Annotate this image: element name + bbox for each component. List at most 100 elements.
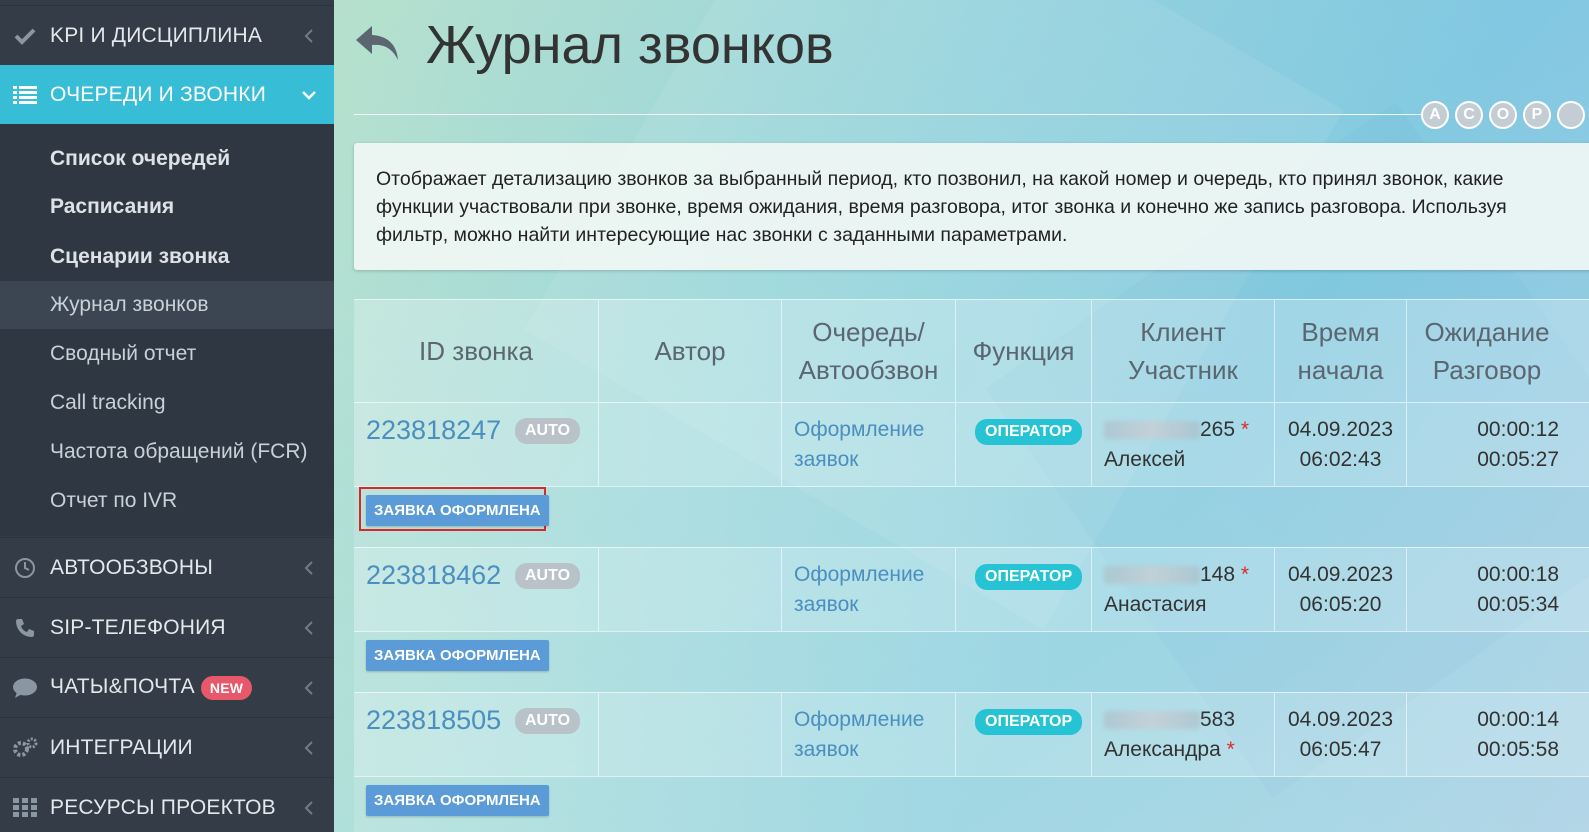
required-star: * — [1240, 563, 1250, 586]
nav-chats-label-wrap: ЧАТЫ&ПОЧТА NEW — [50, 675, 284, 700]
function-badge: ОПЕРАТОР — [975, 709, 1083, 735]
nav-autodial[interactable]: АВТООБЗВОНЫ — [0, 537, 334, 597]
durations: 00:00:14 00:05:58 — [1477, 705, 1559, 765]
table-header: ID звонка Автор Очередь/ Автообзвон Функ… — [354, 299, 1589, 402]
clock-icon — [0, 557, 50, 579]
header-function[interactable]: Функция — [956, 300, 1092, 402]
start-time: 04.09.2023 06:02:43 — [1275, 415, 1406, 475]
phone-suffix: 148 — [1200, 563, 1236, 586]
start-time: 04.09.2023 06:05:20 — [1275, 560, 1406, 620]
submenu-item-fcr[interactable]: Частота обращений (FCR) — [0, 428, 334, 476]
talk-duration: 00:05:58 — [1477, 738, 1559, 761]
auto-badge: AUTO — [515, 563, 581, 589]
nav-sip[interactable]: SIP-ТЕЛЕФОНИЯ — [0, 597, 334, 657]
new-badge: NEW — [200, 675, 253, 700]
status-button[interactable]: ЗАЯВКА ОФОРМЛЕНА — [366, 640, 549, 671]
circle-button-c[interactable]: C — [1455, 101, 1483, 129]
client-name: Александра — [1104, 738, 1221, 761]
header-author[interactable]: Автор — [599, 300, 782, 402]
start-date: 04.09.2023 — [1287, 563, 1394, 586]
nav-queues-label: ОЧЕРЕДИ И ЗВОНКИ — [50, 83, 266, 106]
submenu-queues: Список очередей Расписания Сценарии звон… — [0, 124, 334, 536]
page-title: Журнал звонков — [426, 15, 834, 75]
chevron-down-icon — [284, 90, 334, 100]
redacted-phone — [1104, 711, 1200, 730]
status-button[interactable]: ЗАЯВКА ОФОРМЛЕНА — [366, 785, 549, 816]
header-wait-talk[interactable]: Ожидание Разговор — [1407, 300, 1567, 402]
talk-duration: 00:05:27 — [1477, 448, 1559, 471]
wait-duration: 00:00:18 — [1477, 563, 1559, 586]
header-call-id[interactable]: ID звонка — [354, 300, 599, 402]
chevron-left-icon — [284, 680, 334, 696]
nav-chats-label: ЧАТЫ&ПОЧТА — [50, 675, 195, 699]
circle-button-a[interactable]: A — [1421, 101, 1449, 129]
redacted-phone — [1104, 566, 1200, 585]
submenu-item-call-scenarios[interactable]: Сценарии звонка — [0, 233, 334, 281]
author-cell — [599, 403, 782, 486]
nav-queues-calls[interactable]: ОЧЕРЕДИ И ЗВОНКИ — [0, 65, 334, 125]
gears-icon — [0, 737, 50, 759]
phone-suffix: 265 — [1200, 418, 1236, 441]
submenu-item-queue-list[interactable]: Список очередей — [0, 135, 334, 183]
nav-kpi[interactable]: KPI И ДИСЦИПЛИНА — [0, 5, 334, 65]
wait-duration: 00:00:14 — [1477, 708, 1559, 731]
sidebar: KPI И ДИСЦИПЛИНА ОЧЕРЕДИ И ЗВОНКИ Список… — [0, 0, 334, 832]
nav-kpi-label: KPI И ДИСЦИПЛИНА — [50, 23, 263, 47]
start-clock: 06:05:47 — [1299, 738, 1382, 761]
wait-duration: 00:00:12 — [1477, 418, 1559, 441]
client-name: Алексей — [1104, 448, 1186, 471]
auto-badge: AUTO — [515, 708, 581, 734]
table-row: 223818247 AUTO Оформление заявок ОПЕРАТО… — [354, 402, 1589, 486]
nav-resources-label: РЕСУРСЫ ПРОЕКТОВ — [50, 795, 276, 819]
queue-link[interactable]: Оформление заявок — [794, 415, 955, 475]
status-button[interactable]: ЗАЯВКА ОФОРМЛЕНА — [366, 495, 549, 526]
start-time: 04.09.2023 06:05:47 — [1275, 705, 1406, 765]
nav-project-resources[interactable]: РЕСУРСЫ ПРОЕКТОВ — [0, 777, 334, 832]
circle-button-partial[interactable] — [1557, 101, 1585, 129]
header-queue[interactable]: Очередь/ Автообзвон — [782, 300, 956, 402]
queue-link[interactable]: Оформление заявок — [794, 705, 955, 765]
back-arrow-icon[interactable] — [354, 22, 404, 66]
nav-sip-label: SIP-ТЕЛЕФОНИЯ — [50, 615, 226, 639]
start-clock: 06:05:20 — [1299, 593, 1382, 616]
nav-autodial-label: АВТООБЗВОНЫ — [50, 555, 213, 579]
auto-badge: AUTO — [515, 418, 581, 444]
table-row-actions: ЗАЯВКА ОФОРМЛЕНА — [354, 776, 1589, 832]
table-row-actions: ЗАЯВКА ОФОРМЛЕНА — [354, 631, 1589, 692]
circle-button-o[interactable]: O — [1489, 101, 1517, 129]
header-client[interactable]: Клиент Участник — [1092, 300, 1275, 402]
client-info: 583 Александра * — [1104, 705, 1235, 765]
submenu-item-call-tracking[interactable]: Call tracking — [0, 379, 334, 427]
submenu-item-summary-report[interactable]: Сводный отчет — [0, 330, 334, 378]
client-name: Анастасия — [1104, 593, 1207, 616]
queue-link[interactable]: Оформление заявок — [794, 560, 955, 620]
start-date: 04.09.2023 — [1287, 418, 1394, 441]
chevron-left-icon — [284, 28, 334, 44]
required-star: * — [1226, 738, 1235, 761]
call-id-link[interactable]: 223818247 — [366, 415, 501, 446]
submenu-item-call-log[interactable]: Журнал звонков — [0, 281, 334, 329]
call-id-link[interactable]: 223818462 — [366, 560, 501, 591]
nav-chats-mail[interactable]: ЧАТЫ&ПОЧТА NEW — [0, 657, 334, 717]
submenu-item-ivr-report[interactable]: Отчет по IVR — [0, 477, 334, 525]
description-box: Отображает детализацию звонков за выбран… — [354, 143, 1589, 270]
phone-suffix: 583 — [1200, 708, 1236, 731]
title-divider — [354, 114, 1424, 115]
call-id-link[interactable]: 223818505 — [366, 705, 501, 736]
talk-duration: 00:05:34 — [1477, 593, 1559, 616]
client-info: 148 * Анастасия — [1104, 560, 1249, 620]
start-clock: 06:02:43 — [1299, 448, 1382, 471]
start-date: 04.09.2023 — [1287, 708, 1394, 731]
submenu-item-schedules[interactable]: Расписания — [0, 183, 334, 231]
check-icon — [0, 27, 50, 45]
grid-icon — [0, 797, 50, 818]
redacted-phone — [1104, 421, 1200, 440]
circle-button-p[interactable]: P — [1523, 101, 1551, 129]
required-star: * — [1240, 418, 1250, 441]
nav-integrations[interactable]: ИНТЕГРАЦИИ — [0, 717, 334, 777]
header-start-time[interactable]: Время начала — [1275, 300, 1407, 402]
durations: 00:00:18 00:05:34 — [1477, 560, 1559, 620]
chevron-left-icon — [284, 560, 334, 576]
phone-icon — [0, 617, 50, 639]
chat-icon — [0, 677, 50, 699]
